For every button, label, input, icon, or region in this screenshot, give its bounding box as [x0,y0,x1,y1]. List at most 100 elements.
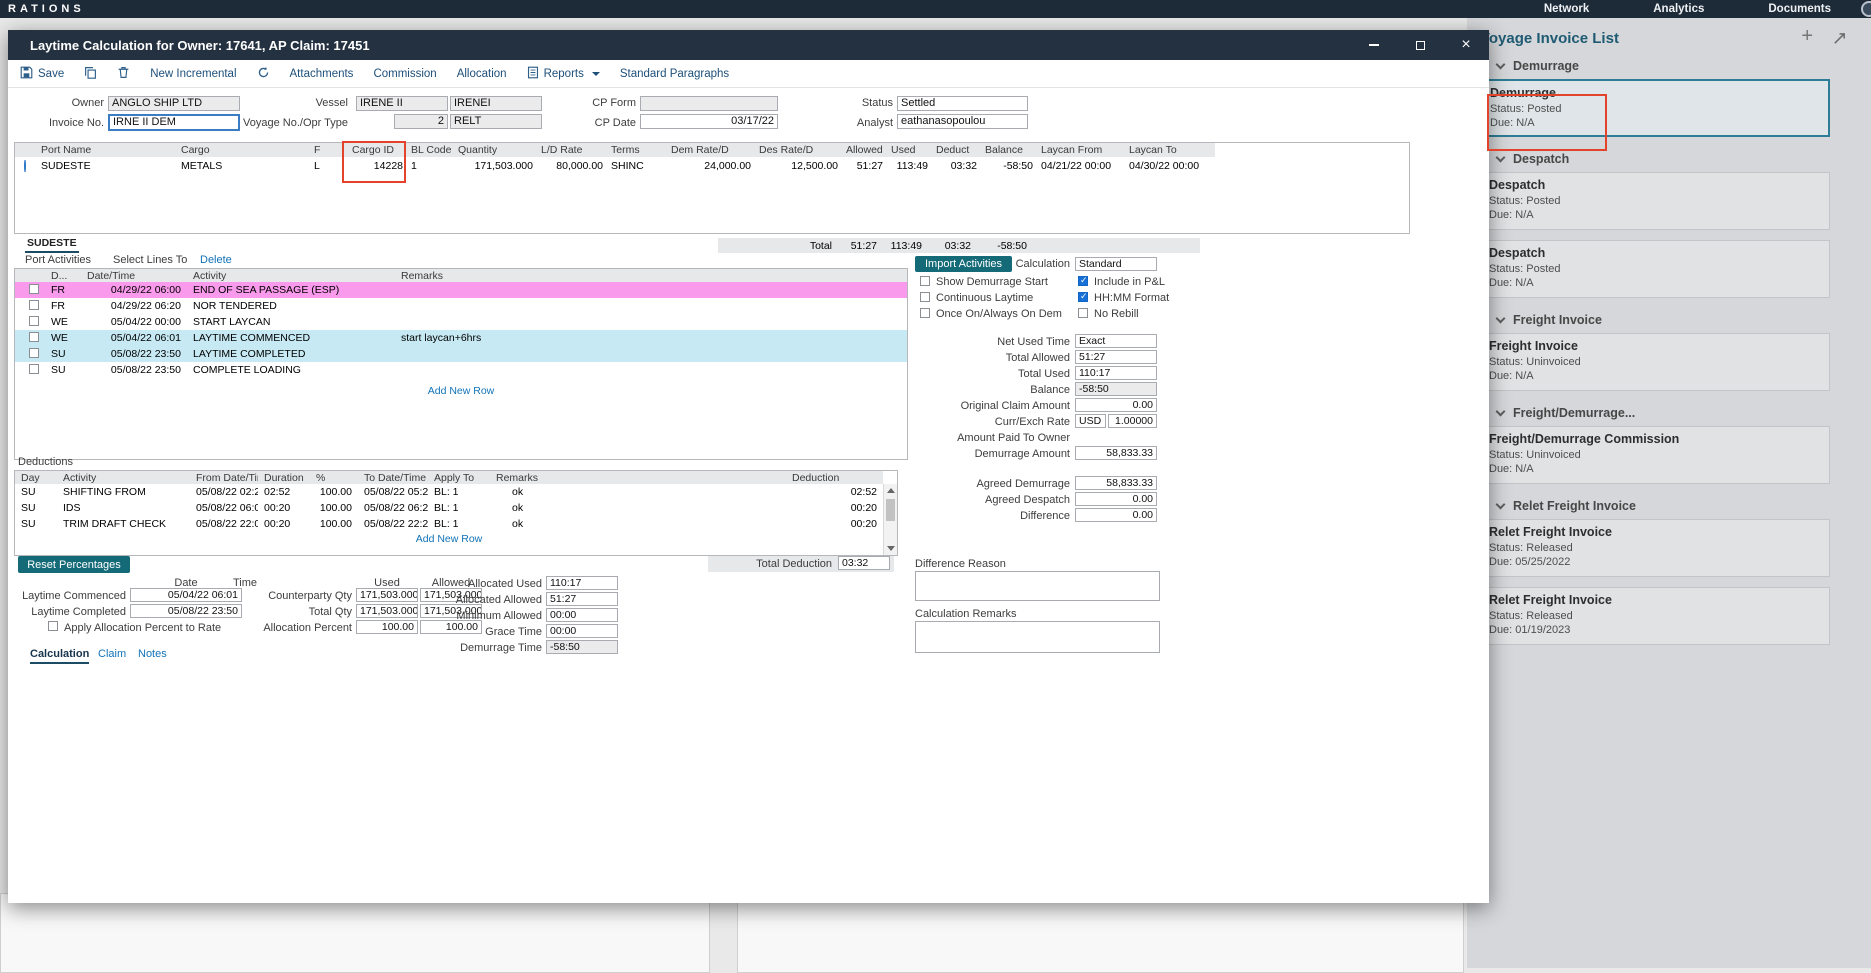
calculation-remarks-textarea[interactable] [915,621,1160,653]
invoice-card-freight[interactable]: Freight Invoice Status: Uninvoiced Due: … [1478,333,1830,391]
attachments-button[interactable]: Attachments [290,68,354,80]
standard-paragraphs-button[interactable]: Standard Paragraphs [620,68,729,80]
user-avatar[interactable] [1861,1,1871,17]
group-freight-demurrage[interactable]: Freight/Demurrage... [1495,406,1871,420]
scroll-thumb[interactable] [886,499,895,521]
minimum-allowed-field[interactable]: 00:00 [546,608,618,622]
deduction-row[interactable]: SU TRIM DRAFT CHECK 05/08/22 22:09 00:20… [15,516,883,532]
scroll-down-icon[interactable] [887,546,895,551]
group-relet-freight-invoice[interactable]: Relet Freight Invoice [1495,499,1871,513]
add-invoice-icon[interactable]: + [1801,26,1813,46]
total-deduct: 03:32 [944,239,971,252]
port-activity-row[interactable]: WE 05/04/22 06:01 LAYTIME COMMENCED star… [15,330,907,346]
group-freight-invoice[interactable]: Freight Invoice [1495,313,1871,327]
delete-lines-link[interactable]: Delete [200,254,232,266]
port-activity-row[interactable]: WE 05/04/22 00:00 START LAYCAN [15,314,907,330]
minimize-button[interactable] [1351,30,1397,60]
row-checkbox[interactable] [29,331,39,342]
net-used-time-field[interactable]: Exact [1075,334,1157,348]
invoice-card-relet-freight[interactable]: Relet Freight Invoice Status: Released D… [1478,519,1830,577]
save-button[interactable]: Save [20,66,64,82]
select-lines-to-label: Select Lines To [113,254,188,266]
row-checkbox[interactable] [29,347,39,358]
commission-button[interactable]: Commission [373,68,436,80]
invoice-card-relet-freight[interactable]: Relet Freight Invoice Status: Released D… [1478,587,1830,645]
laytime-commenced-field[interactable]: 05/04/22 06:01 [130,588,242,602]
deduction-row[interactable]: SU IDS 05/08/22 06:00 00:20 100.00 05/08… [15,500,883,516]
delete-button[interactable] [117,66,130,82]
agreed-despatch-field[interactable]: 0.00 [1075,492,1157,506]
port-activities-header: D... Date/Time Activity Remarks [15,269,907,282]
cp-form-field[interactable] [640,96,778,111]
show-demurrage-start-checkbox[interactable] [920,276,930,286]
hhmm-format-checkbox[interactable] [1078,291,1088,302]
row-checkbox[interactable] [29,363,39,374]
invoice-card-despatch[interactable]: Despatch Status: Posted Due: N/A [1478,240,1830,298]
voyage-no-field[interactable]: 2 [394,114,448,129]
row-checkbox[interactable] [29,315,39,326]
cp-form-label: CP Form [592,97,636,109]
vessel-name-field[interactable]: IRENE II [356,96,448,111]
currency-field[interactable]: USD [1075,414,1106,428]
exch-rate-field[interactable]: 1.00000 [1108,414,1157,428]
include-in-pl-checkbox[interactable] [1078,275,1088,286]
tab-calculation[interactable]: Calculation [30,648,90,664]
allocation-button[interactable]: Allocation [457,68,507,80]
analyst-field[interactable]: eathanasopoulou [897,114,1028,129]
close-button[interactable]: × [1443,30,1489,60]
grace-time-field[interactable]: 00:00 [546,624,618,638]
maximize-button[interactable] [1397,30,1443,60]
continuous-laytime-checkbox[interactable] [920,292,930,302]
group-despatch[interactable]: Despatch [1495,152,1871,166]
group-demurrage[interactable]: Demurrage [1495,59,1871,73]
agreed-demurrage-field[interactable]: 58,833.33 [1075,476,1157,490]
invoice-card-demurrage[interactable]: Demurrage Status: Posted Due: N/A [1478,79,1830,137]
copy-button[interactable] [84,66,97,82]
voyage-invoice-list-panel: Voyage Invoice List + Demurrage Demurrag… [1467,18,1871,968]
cp-date-field[interactable]: 03/17/22 [640,114,778,129]
port-activity-row[interactable]: SU 05/08/22 23:50 COMPLETE LOADING [15,362,907,378]
expand-panel-icon[interactable] [1832,31,1847,51]
total-used: 113:49 [890,239,922,252]
laytime-completed-field[interactable]: 05/08/22 23:50 [130,604,242,618]
tab-notes[interactable]: Notes [138,648,167,660]
row-checkbox[interactable] [29,299,39,310]
deductions-scrollbar[interactable] [883,484,897,555]
port-activity-row[interactable]: FR 04/29/22 06:20 NOR TENDERED [15,298,907,314]
cargo-table: Port Name Cargo F Cargo ID BL Code Quant… [14,142,1410,234]
invoice-card-freight-demurrage-commission[interactable]: Freight/Demurrage Commission Status: Uni… [1478,426,1830,484]
tab-claim[interactable]: Claim [98,648,126,660]
port-tab-sudeste[interactable]: SUDESTE [25,236,79,253]
add-new-row-link[interactable]: Add New Row [15,385,907,397]
card-due: Due: 01/19/2023 [1489,624,1571,636]
original-claim-field[interactable]: 0.00 [1075,398,1157,412]
row-checkbox[interactable] [29,283,39,294]
total-allowed: 51:27 [850,239,877,252]
refresh-button[interactable] [257,66,270,82]
nav-documents[interactable]: Documents [1768,3,1831,15]
port-activity-row[interactable]: SU 05/08/22 23:50 LAYTIME COMPLETED [15,346,907,362]
nav-analytics[interactable]: Analytics [1653,3,1704,15]
calculation-field[interactable]: Standard [1075,257,1157,271]
apply-allocation-percent-checkbox[interactable] [48,621,58,631]
port-activity-row[interactable]: FR 04/29/22 06:00 END OF SEA PASSAGE (ES… [15,282,907,298]
calculation-label: Calculation [1015,258,1070,270]
reports-menu-button[interactable]: Reports [527,66,600,82]
no-rebill-checkbox[interactable] [1078,308,1088,318]
nav-network[interactable]: Network [1544,3,1589,15]
invoice-no-field[interactable]: IRNE II DEM [108,114,240,131]
cargo-row-radio[interactable] [24,159,26,172]
owner-field[interactable]: ANGLO SHIP LTD [108,96,240,111]
scroll-up-icon[interactable] [886,488,895,493]
deduction-row[interactable]: SU SHIFTING FROM 05/08/22 02:28 02:52 10… [15,484,883,500]
new-incremental-button[interactable]: New Incremental [150,68,236,80]
cargo-table-row[interactable]: SUDESTE METALS L 14228 1 171,503.000 80,… [15,157,1215,174]
total-deduction-label: Total Deduction [756,558,832,570]
add-new-row-link[interactable]: Add New Row [15,533,883,545]
difference-reason-textarea[interactable] [915,571,1160,601]
once-on-dem-checkbox[interactable] [920,308,930,318]
reset-percentages-button[interactable]: Reset Percentages [18,556,130,573]
status-field[interactable]: Settled [897,96,1028,111]
invoice-card-despatch[interactable]: Despatch Status: Posted Due: N/A [1478,172,1830,230]
allocation-percent-label: Allocation Percent [263,622,352,634]
